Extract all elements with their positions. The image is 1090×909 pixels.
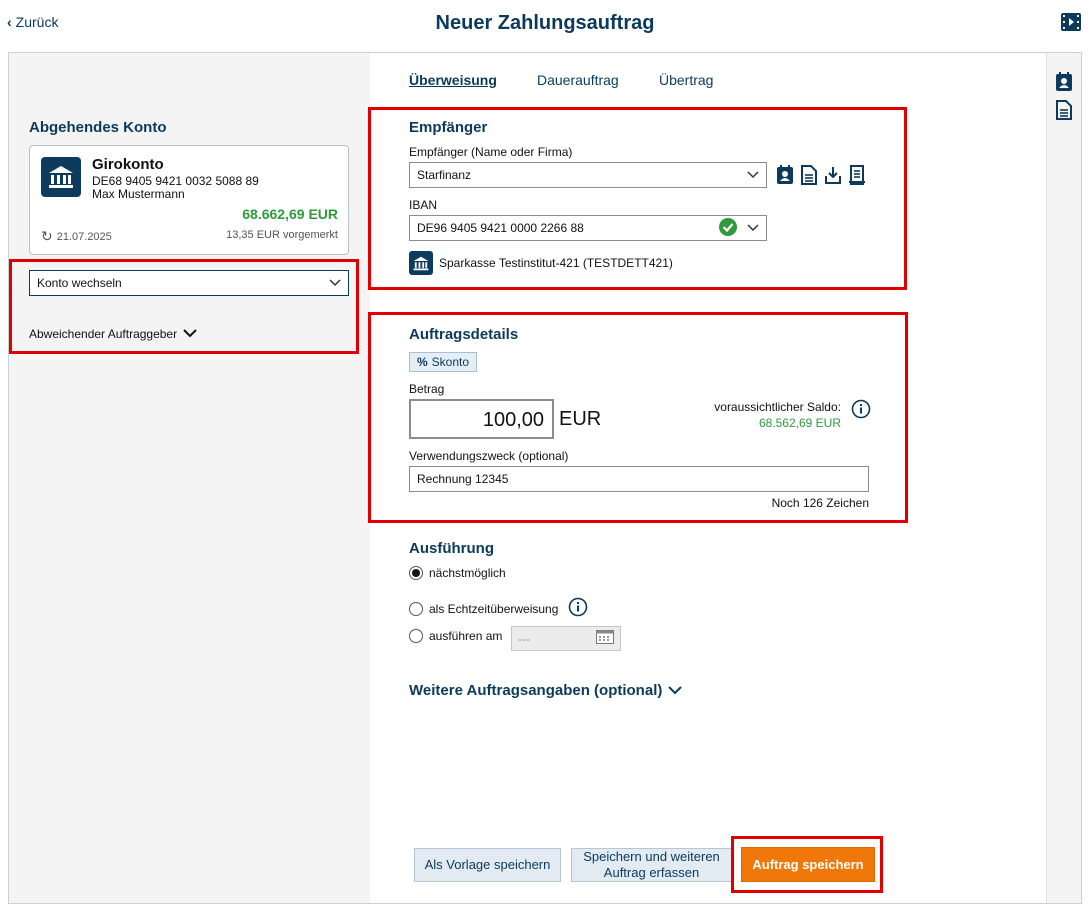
- video-help-icon[interactable]: [1060, 12, 1082, 32]
- highlight-box: [731, 836, 883, 893]
- account-reserved: 13,35 EUR vorgemerkt: [226, 229, 338, 241]
- more-details-toggle[interactable]: Weitere Auftragsangaben (optional): [409, 682, 683, 699]
- account-balance: 68.662,69 EUR: [242, 206, 338, 222]
- page-title: Neuer Zahlungsauftrag: [435, 12, 655, 34]
- right-toolbar: [1046, 53, 1081, 903]
- radio-button-selected[interactable]: [409, 566, 423, 580]
- radio-button[interactable]: [409, 629, 423, 643]
- highlight-box: [368, 107, 907, 290]
- bank-icon: [41, 157, 81, 197]
- account-date-label: 21.07.2025: [56, 230, 112, 243]
- execution-option-label: ausführen am: [429, 629, 503, 643]
- info-icon[interactable]: [568, 597, 588, 620]
- address-book-icon[interactable]: [1054, 71, 1073, 93]
- save-and-new-line1: Speichern und weiteren: [583, 849, 720, 864]
- highlight-box: [9, 259, 359, 354]
- execution-option-date[interactable]: ausführen am: [409, 629, 502, 643]
- execution-option-asap[interactable]: nächstmöglich: [409, 566, 506, 580]
- execution-option-label: nächstmöglich: [429, 566, 506, 580]
- execution-title: Ausführung: [409, 540, 494, 557]
- calendar-icon[interactable]: [596, 630, 614, 647]
- outgoing-account-title: Abgehendes Konto: [29, 119, 167, 136]
- account-owner: Max Mustermann: [92, 187, 185, 201]
- execution-date-input[interactable]: ---: [511, 626, 621, 651]
- execution-option-label: als Echtzeitüberweisung: [429, 601, 559, 616]
- document-icon[interactable]: [1054, 99, 1073, 121]
- more-details-label: Weitere Auftragsangaben (optional): [409, 682, 663, 699]
- save-and-new-button[interactable]: Speichern und weiteren Auftrag erfassen: [571, 848, 732, 882]
- highlight-box: [368, 312, 908, 523]
- tab-ueberweisung[interactable]: Überweisung: [409, 72, 497, 88]
- chevron-down-icon: [668, 682, 683, 699]
- tab-dauerauftrag[interactable]: Dauerauftrag: [537, 72, 619, 88]
- radio-button[interactable]: [409, 601, 423, 616]
- account-iban: DE68 9405 9421 0032 5088 89: [92, 174, 259, 188]
- date-placeholder: ---: [518, 631, 530, 646]
- refresh-icon[interactable]: ↻: [41, 228, 53, 245]
- save-and-new-line2: Auftrag erfassen: [603, 865, 700, 880]
- account-date: ↻ 21.07.2025: [41, 228, 112, 245]
- save-template-button[interactable]: Als Vorlage speichern: [414, 848, 561, 882]
- account-name: Girokonto: [92, 156, 164, 173]
- execution-option-instant[interactable]: als Echtzeitüberweisung: [409, 597, 588, 620]
- tab-uebertrag[interactable]: Übertrag: [659, 72, 713, 88]
